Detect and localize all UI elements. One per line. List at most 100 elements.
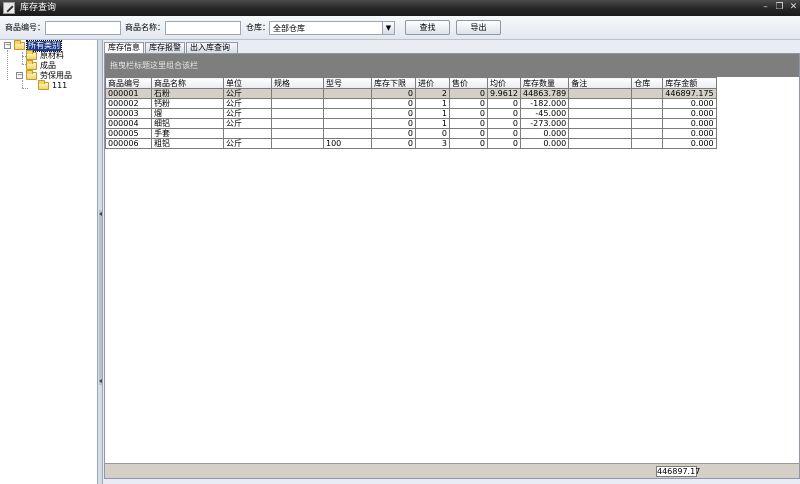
column-header[interactable]: 库存金额 [662,77,717,89]
table-row[interactable]: 000004 细铝 公斤 0 1 0 0 -273.000 0.000 [105,118,717,129]
table-cell[interactable] [631,128,664,139]
column-header[interactable]: 均价 [487,77,521,89]
table-cell[interactable] [568,108,633,119]
table-cell[interactable]: 000003 [105,108,152,119]
table-cell[interactable]: 0.000 [662,108,717,119]
table-cell[interactable]: 000004 [105,118,152,129]
product-code-input[interactable] [45,21,121,35]
table-cell[interactable]: 0 [449,98,488,109]
table-cell[interactable]: 0 [371,128,416,139]
table-cell[interactable] [271,98,324,109]
column-header[interactable]: 规格 [271,77,324,89]
table-cell[interactable]: 熘 [151,108,224,119]
table-cell[interactable]: 公斤 [223,118,272,129]
table-cell[interactable]: 2 [415,88,450,99]
column-header[interactable]: 售价 [449,77,488,89]
table-cell[interactable]: 公斤 [223,138,272,149]
table-cell[interactable]: 细铝 [151,118,224,129]
table-cell[interactable] [323,88,372,99]
column-header[interactable]: 库存下限 [371,77,416,89]
search-button[interactable]: 查找 [405,20,450,35]
splitter-handle[interactable] [99,210,102,385]
table-cell[interactable] [323,128,372,139]
table-cell[interactable]: 9.9612 [487,88,521,99]
table-cell[interactable]: 0 [487,128,521,139]
tree-item-111[interactable]: 111 [0,80,98,91]
column-header[interactable]: 库存数量 [519,77,570,89]
table-cell[interactable]: 0 [487,138,521,149]
table-cell[interactable]: 000002 [105,98,152,109]
panel-splitter[interactable] [98,40,103,484]
table-cell[interactable] [323,98,372,109]
table-cell[interactable]: -182.000 [519,98,570,109]
table-cell[interactable]: 1 [415,108,450,119]
table-cell[interactable] [568,98,633,109]
table-cell[interactable] [323,108,372,119]
table-cell[interactable]: 0 [371,118,416,129]
tab-inventory-alert[interactable]: 库存报警 [145,42,185,53]
column-header[interactable]: 商品编号 [105,77,152,89]
column-header[interactable]: 进价 [415,77,450,89]
table-cell[interactable] [568,88,633,99]
restore-icon[interactable]: ❐ [774,2,785,13]
table-row[interactable]: 000001 石粉 公斤 0 2 0 9.9612 44863.789 4468… [105,88,717,99]
table-cell[interactable]: 0 [449,108,488,119]
table-cell[interactable] [223,128,272,139]
table-cell[interactable] [271,138,324,149]
column-header[interactable]: 商品名称 [151,77,224,89]
table-cell[interactable] [271,108,324,119]
table-cell[interactable] [271,88,324,99]
table-cell[interactable] [271,128,324,139]
table-cell[interactable]: 0 [449,118,488,129]
table-cell[interactable] [631,138,664,149]
tree-item-labor-supplies[interactable]: − 劳保用品 [0,70,98,81]
table-cell[interactable]: 100 [323,138,372,149]
table-cell[interactable]: 手套 [151,128,224,139]
table-row[interactable]: 000006 粗铝 公斤 100 0 3 0 0 0.000 0.000 [105,138,717,149]
table-cell[interactable]: 44863.789 [519,88,570,99]
product-name-input[interactable] [165,21,241,35]
table-cell[interactable]: 000005 [105,128,152,139]
collapse-icon[interactable]: − [16,72,23,79]
table-cell[interactable]: 0 [371,88,416,99]
table-cell[interactable]: -45.000 [519,108,570,119]
table-cell[interactable]: 石粉 [151,88,224,99]
collapse-icon[interactable]: − [4,42,11,49]
table-cell[interactable]: 1 [415,98,450,109]
table-cell[interactable] [631,118,664,129]
table-cell[interactable]: 0 [449,128,488,139]
table-cell[interactable]: 粗铝 [151,138,224,149]
table-cell[interactable] [271,118,324,129]
column-header[interactable]: 单位 [223,77,272,89]
export-button[interactable]: 导出 [456,20,501,35]
table-cell[interactable]: 0 [487,108,521,119]
table-cell[interactable]: 0.000 [662,128,717,139]
table-cell[interactable]: 公斤 [223,98,272,109]
table-row[interactable]: 000003 熘 公斤 0 1 0 0 -45.000 0.000 [105,108,717,119]
table-cell[interactable]: 0 [371,98,416,109]
column-header[interactable]: 备注 [568,77,633,89]
table-cell[interactable]: 0 [487,98,521,109]
warehouse-select[interactable]: 全部仓库 ▼ [269,21,395,35]
table-cell[interactable]: 0.000 [519,138,570,149]
tab-in-out-query[interactable]: 出入库查询 [186,42,238,53]
tree-item-root[interactable]: − 所有类别 [0,40,98,52]
table-cell[interactable]: 公斤 [223,88,272,99]
table-cell[interactable]: 0 [449,138,488,149]
column-header[interactable]: 型号 [323,77,372,89]
table-cell[interactable]: 钙粉 [151,98,224,109]
table-cell[interactable]: 0.000 [662,118,717,129]
tree-item-raw-material[interactable]: 原材料 [0,50,98,61]
table-cell[interactable] [631,108,664,119]
table-cell[interactable]: 446897.175 [662,88,717,99]
column-header[interactable]: 仓库 [631,77,664,89]
table-row[interactable]: 000005 手套 0 0 0 0 0.000 0.000 [105,128,717,139]
minimize-icon[interactable]: – [760,2,771,13]
table-cell[interactable] [568,118,633,129]
table-cell[interactable] [631,98,664,109]
table-cell[interactable] [631,88,664,99]
close-icon[interactable]: ✕ [788,2,799,13]
table-cell[interactable]: 1 [415,118,450,129]
table-cell[interactable]: 0.000 [662,98,717,109]
table-cell[interactable]: 000001 [105,88,152,99]
